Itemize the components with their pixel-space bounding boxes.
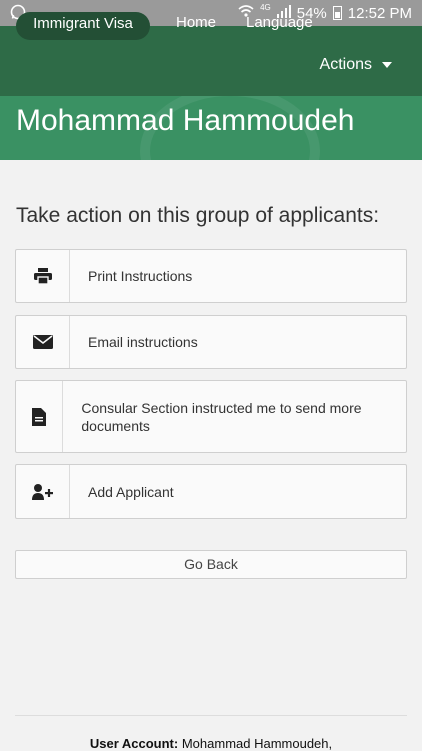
account-label: User Account: <box>89 736 179 751</box>
user-account-footer: User Account: Mohammad Hammoudeh, <box>0 736 422 751</box>
printer-icon <box>16 250 70 302</box>
clock: 12:52 PM <box>347 4 412 22</box>
actions-label: Actions <box>319 56 372 73</box>
divider <box>15 715 407 716</box>
actions-menu[interactable]: Actions <box>320 56 392 74</box>
print-instructions-button[interactable]: Print Instructions <box>15 249 407 303</box>
page-heading: Take action on this group of applicants: <box>16 204 380 227</box>
action-label: Add Applicant <box>88 483 174 500</box>
account-value: Mohammad Hammoudeh, <box>181 736 333 751</box>
consular-documents-button[interactable]: Consular Section instructed me to send m… <box>15 380 407 453</box>
envelope-icon <box>16 316 70 368</box>
go-back-button[interactable]: Go Back <box>15 550 407 579</box>
caret-down-icon <box>382 62 392 68</box>
immigrant-visa-tab[interactable]: Immigrant Visa <box>16 12 150 40</box>
document-icon <box>16 381 64 452</box>
battery-icon <box>332 6 342 20</box>
email-instructions-button[interactable]: Email instructions <box>15 315 407 369</box>
action-label: Consular Section instructed me to send m… <box>81 399 362 434</box>
home-link[interactable]: Home <box>176 14 216 31</box>
add-user-icon <box>16 465 70 518</box>
action-label: Email instructions <box>88 334 198 350</box>
top-nav: Immigrant Visa Home Language Actions <box>0 12 422 96</box>
add-applicant-button[interactable]: Add Applicant <box>15 464 407 519</box>
network-type: 4G <box>260 2 271 12</box>
language-menu[interactable]: Language <box>246 14 313 31</box>
applicant-name: Mohammad Hammoudeh <box>16 104 355 137</box>
applicant-banner: Mohammad Hammoudeh <box>0 96 422 160</box>
action-label: Print Instructions <box>88 268 193 284</box>
